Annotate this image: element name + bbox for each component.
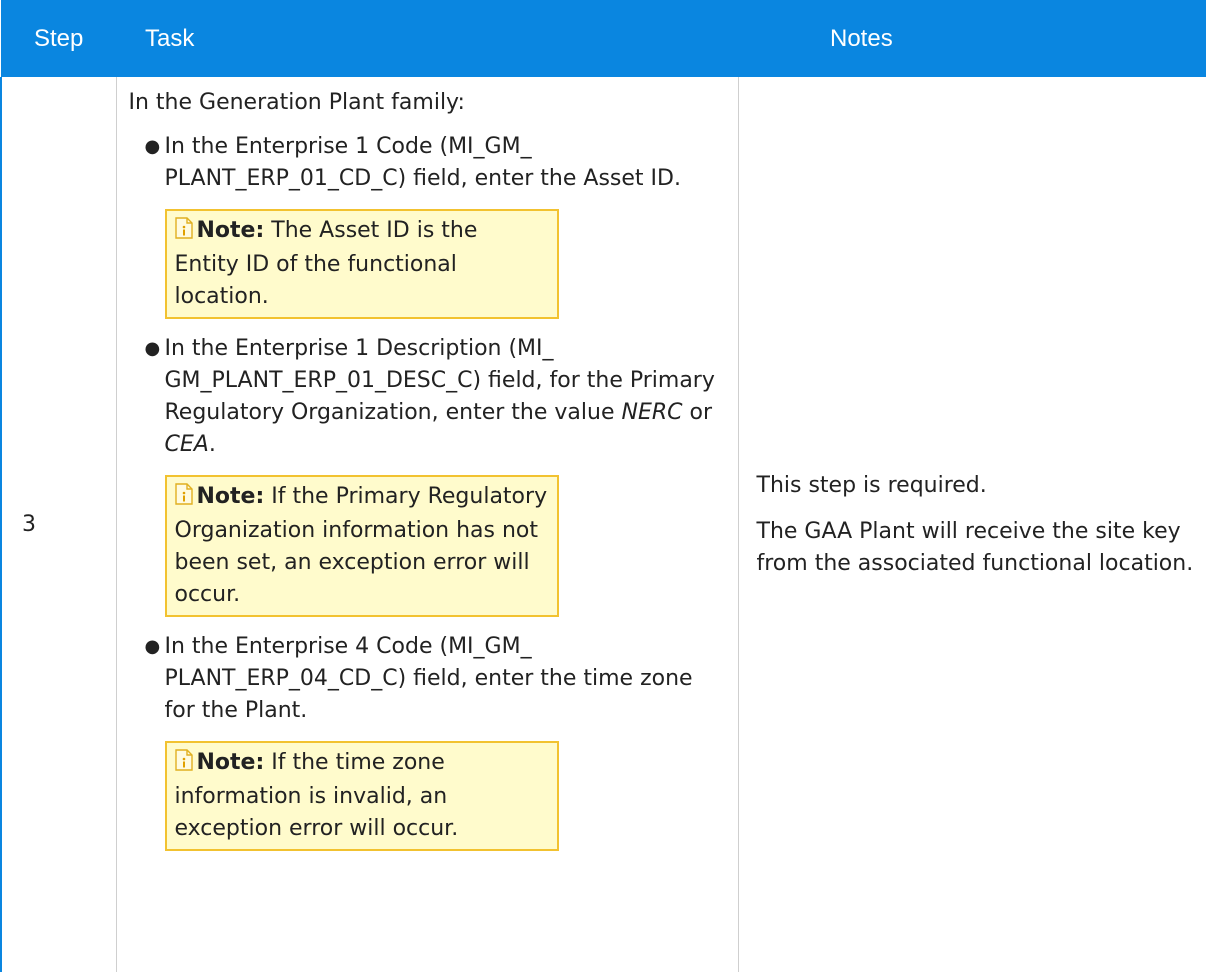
bullet-icon: ● [144, 636, 161, 657]
header-step: Step [1, 0, 116, 77]
task-cell: In the Generation Plant family: ● In the… [115, 77, 738, 972]
list-item: ● In the Enterprise 1 Description (MI_ G… [145, 333, 726, 617]
note-label: Note: [196, 484, 265, 509]
item-text: In the Enterprise 4 Code (MI_GM_ PLANT_E… [164, 634, 693, 723]
note-label: Note: [196, 218, 265, 243]
list-item: ● In the Enterprise 4 Code (MI_GM_ PLANT… [145, 631, 726, 851]
table-row: 3 In the Generation Plant family: ● In t… [0, 77, 1206, 972]
step-number: 3 [0, 77, 116, 972]
item-text: In the Enterprise 1 Code (MI_GM_ PLANT_E… [164, 134, 681, 191]
note-box: Note: The Asset ID is the Entity ID of t… [164, 209, 559, 319]
header-task: Task [116, 0, 738, 77]
item-text: In the Enterprise 1 Description (MI_ GM_… [164, 336, 715, 457]
note-icon [174, 749, 193, 781]
header-notes: Notes [738, 0, 1206, 77]
notes-cell: This step is required. The GAA Plant wil… [737, 77, 1206, 972]
bullet-icon: ● [144, 136, 161, 157]
note-icon [174, 217, 193, 249]
note-box: Note: If the Primary Regulatory Organiza… [164, 475, 559, 617]
header-row: Step Task Notes [1, 0, 1206, 77]
list-item: ● In the Enterprise 1 Code (MI_GM_ PLANT… [145, 131, 726, 319]
notes-line-required: This step is required. [756, 472, 987, 498]
notes-line-detail: The GAA Plant will receive the site key … [756, 518, 1194, 576]
note-icon [174, 483, 193, 515]
steps-table: Step Task Notes 3 In the Generation Plan… [0, 0, 1206, 972]
task-intro: In the Generation Plant family: [128, 90, 465, 115]
bullet-icon: ● [144, 338, 161, 359]
task-list: ● In the Enterprise 1 Code (MI_GM_ PLANT… [129, 131, 726, 851]
note-label: Note: [196, 750, 265, 775]
note-box: Note: If the time zone information is in… [164, 741, 559, 851]
